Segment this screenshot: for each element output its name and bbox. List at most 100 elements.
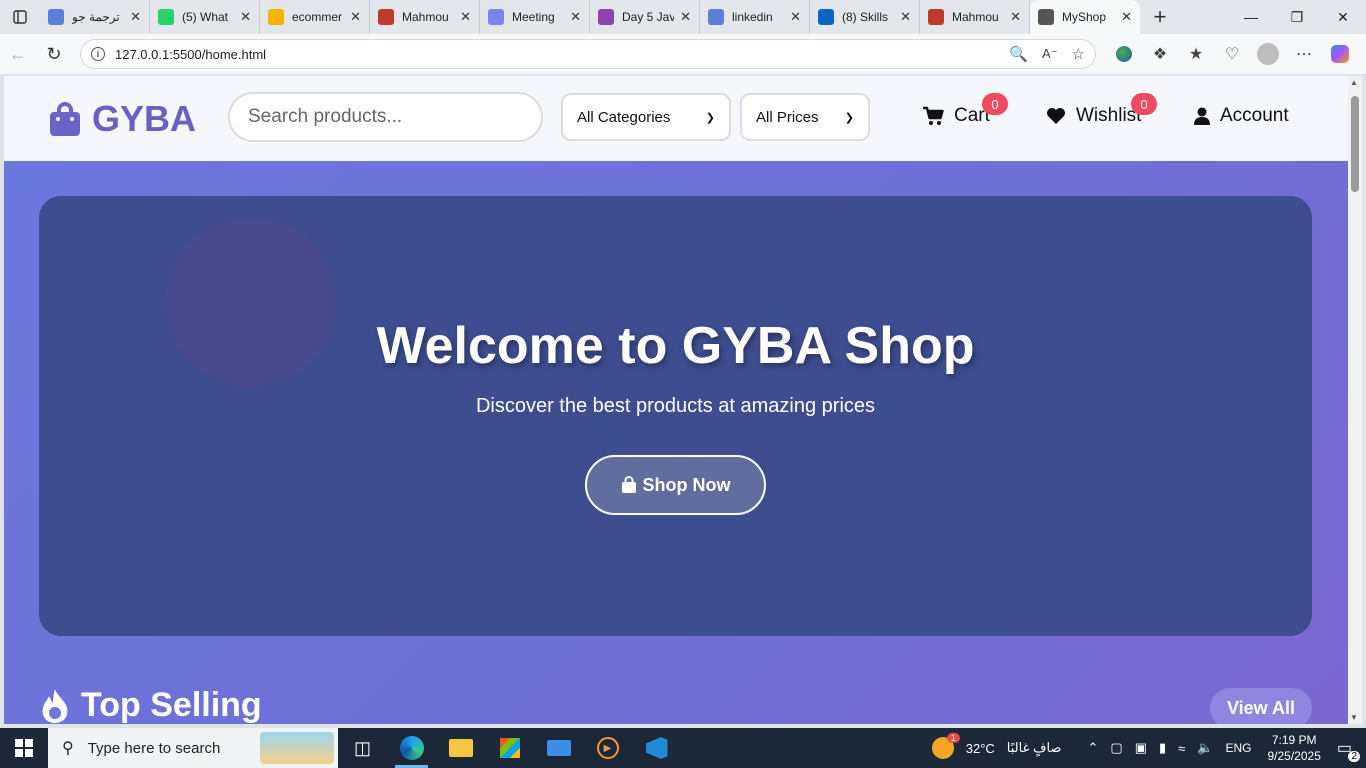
close-tab-icon[interactable]: ✕ — [570, 9, 581, 25]
chevron-up-icon[interactable]: ⌃ — [1087, 740, 1098, 756]
teams-icon — [488, 9, 504, 25]
extensions-puzzle-icon[interactable]: ❖ — [1142, 34, 1178, 74]
maximize-button[interactable]: ❐ — [1274, 0, 1320, 34]
browser-tab-label: (5) What — [182, 10, 229, 24]
system-tray: 1 32°C صافٍ غالبًا ⌃ ▢ ▣ ▮ ≈ 🔈 ENG 7:19 … — [926, 728, 1366, 768]
close-tab-icon[interactable]: ✕ — [900, 9, 911, 25]
volume-icon[interactable]: 🔈 — [1197, 740, 1213, 756]
scroll-down-icon[interactable]: ▼ — [1350, 713, 1358, 722]
close-tab-icon[interactable]: ✕ — [1121, 9, 1132, 25]
browser-tab-label: Meeting — [512, 10, 555, 24]
video-icon — [598, 9, 614, 25]
wifi-icon[interactable]: ≈ — [1178, 741, 1185, 756]
mail-icon[interactable] — [534, 728, 583, 768]
hero-banner: Welcome to GYBA Shop Discover the best p… — [39, 196, 1312, 636]
extension-globe-icon[interactable] — [1106, 34, 1142, 74]
weather-badge: 1 — [946, 733, 960, 743]
browser-tab[interactable]: ecommer ✕ — [260, 0, 370, 34]
search-highlight-image — [260, 732, 334, 764]
weather-text[interactable]: صافٍ غالبًا — [1007, 740, 1062, 756]
clock[interactable]: 7:19 PM 9/25/2025 — [1267, 732, 1320, 764]
category-select-value: All Categories — [577, 108, 671, 126]
scrollbar-thumb[interactable] — [1351, 96, 1359, 192]
more-menu-icon[interactable]: ⋯ — [1286, 34, 1322, 74]
wishlist-link[interactable]: Wishlist — [1046, 98, 1141, 134]
globe-icon — [1038, 9, 1054, 25]
favorites-icon[interactable]: ★ — [1178, 34, 1214, 74]
site-info-icon[interactable]: i — [91, 47, 105, 61]
security-icon[interactable]: ▣ — [1135, 740, 1147, 756]
url-text[interactable]: 127.0.0.1:5500/home.html — [115, 47, 995, 62]
section-title-text: Top Selling — [81, 686, 262, 724]
window-controls: — ❐ ✕ — [1228, 0, 1366, 34]
media-player-icon[interactable]: ▶ — [583, 728, 632, 768]
address-bar[interactable]: i 127.0.0.1:5500/home.html 🔍 A⁻ ☆ — [80, 39, 1096, 69]
task-view-icon[interactable]: ◫ — [338, 728, 387, 768]
scroll-up-icon[interactable]: ▲ — [1350, 78, 1358, 87]
search-input[interactable] — [228, 92, 543, 142]
search-icon — [708, 9, 724, 25]
close-tab-icon[interactable]: ✕ — [790, 9, 801, 25]
cart-count-badge: 0 — [982, 93, 1008, 115]
browser-tab[interactable]: (8) Skills ✕ — [810, 0, 920, 34]
browser-essentials-icon[interactable]: ♡ — [1214, 34, 1250, 74]
view-all-button[interactable]: View All — [1210, 688, 1312, 724]
tab-actions-button[interactable] — [0, 0, 40, 34]
back-button[interactable]: ← — [0, 34, 36, 74]
clock-time: 7:19 PM — [1271, 733, 1317, 747]
pdf-icon — [378, 9, 394, 25]
start-button[interactable] — [0, 728, 48, 768]
close-tab-icon[interactable]: ✕ — [460, 9, 471, 25]
close-tab-icon[interactable]: ✕ — [350, 9, 361, 25]
battery-icon[interactable]: ▮ — [1159, 740, 1166, 756]
browser-tab-label: ترجمة جو — [72, 10, 120, 24]
language-indicator[interactable]: ENG — [1225, 741, 1251, 755]
refresh-button[interactable]: ↻ — [36, 34, 72, 74]
weather-temp[interactable]: 32°C — [966, 741, 995, 756]
browser-tab[interactable]: Meeting ✕ — [480, 0, 590, 34]
edge-app-icon[interactable] — [387, 728, 436, 768]
vscode-icon[interactable] — [632, 728, 681, 768]
shop-now-button[interactable]: Shop Now — [585, 455, 766, 515]
account-link[interactable]: Account — [1194, 98, 1289, 134]
windows-taskbar: ⚲ Type here to search ◫ ▶ 1 32°C صافٍ غا… — [0, 728, 1366, 768]
browser-tab[interactable]: linkedin ✕ — [700, 0, 810, 34]
weather-icon[interactable]: 1 — [931, 733, 960, 759]
search-icon: ⚲ — [62, 740, 74, 757]
cart-link[interactable]: Cart — [922, 98, 990, 134]
browser-tab[interactable]: ترجمة جو ✕ — [40, 0, 150, 34]
store-icon[interactable] — [485, 728, 534, 768]
chevron-down-icon: ❯ — [705, 111, 715, 124]
taskbar-search[interactable]: ⚲ Type here to search — [48, 728, 338, 768]
notification-center-icon[interactable]: ▭ 2 — [1337, 738, 1360, 762]
new-tab-button[interactable]: + — [1140, 4, 1180, 30]
close-tab-icon[interactable]: ✕ — [1010, 9, 1021, 25]
file-explorer-icon[interactable] — [436, 728, 485, 768]
site-logo[interactable]: GYBA — [50, 98, 196, 140]
browser-tab[interactable]: (5) What ✕ — [150, 0, 260, 34]
minimize-button[interactable]: — — [1228, 0, 1274, 34]
devices-icon[interactable]: ▢ — [1110, 740, 1122, 756]
price-select-value: All Prices — [756, 108, 819, 126]
category-select[interactable]: All Categories ❯ — [561, 93, 731, 141]
close-window-button[interactable]: ✕ — [1320, 0, 1366, 34]
notification-count: 2 — [1348, 751, 1360, 762]
favorite-star-icon[interactable]: ☆ — [1072, 45, 1085, 63]
zoom-icon[interactable]: 🔍 — [1009, 45, 1028, 63]
browser-tab[interactable]: Mahmou ✕ — [920, 0, 1030, 34]
browser-tab[interactable]: Mahmou ✕ — [370, 0, 480, 34]
heart-icon — [1047, 108, 1065, 124]
fire-icon — [42, 688, 68, 723]
close-tab-icon[interactable]: ✕ — [130, 9, 141, 25]
browser-tab[interactable]: MyShop ✕ — [1030, 0, 1140, 34]
copilot-icon[interactable] — [1322, 34, 1358, 74]
page-scrollbar[interactable]: ▲ ▼ — [1348, 76, 1362, 724]
browser-tab[interactable]: Day 5 Jav ✕ — [590, 0, 700, 34]
read-aloud-icon[interactable]: A⁻ — [1042, 46, 1058, 62]
price-select[interactable]: All Prices ❯ — [740, 93, 870, 141]
whatsapp-icon — [158, 9, 174, 25]
profile-avatar[interactable] — [1250, 34, 1286, 74]
close-tab-icon[interactable]: ✕ — [680, 9, 691, 25]
close-tab-icon[interactable]: ✕ — [240, 9, 251, 25]
pdf-icon — [928, 9, 944, 25]
